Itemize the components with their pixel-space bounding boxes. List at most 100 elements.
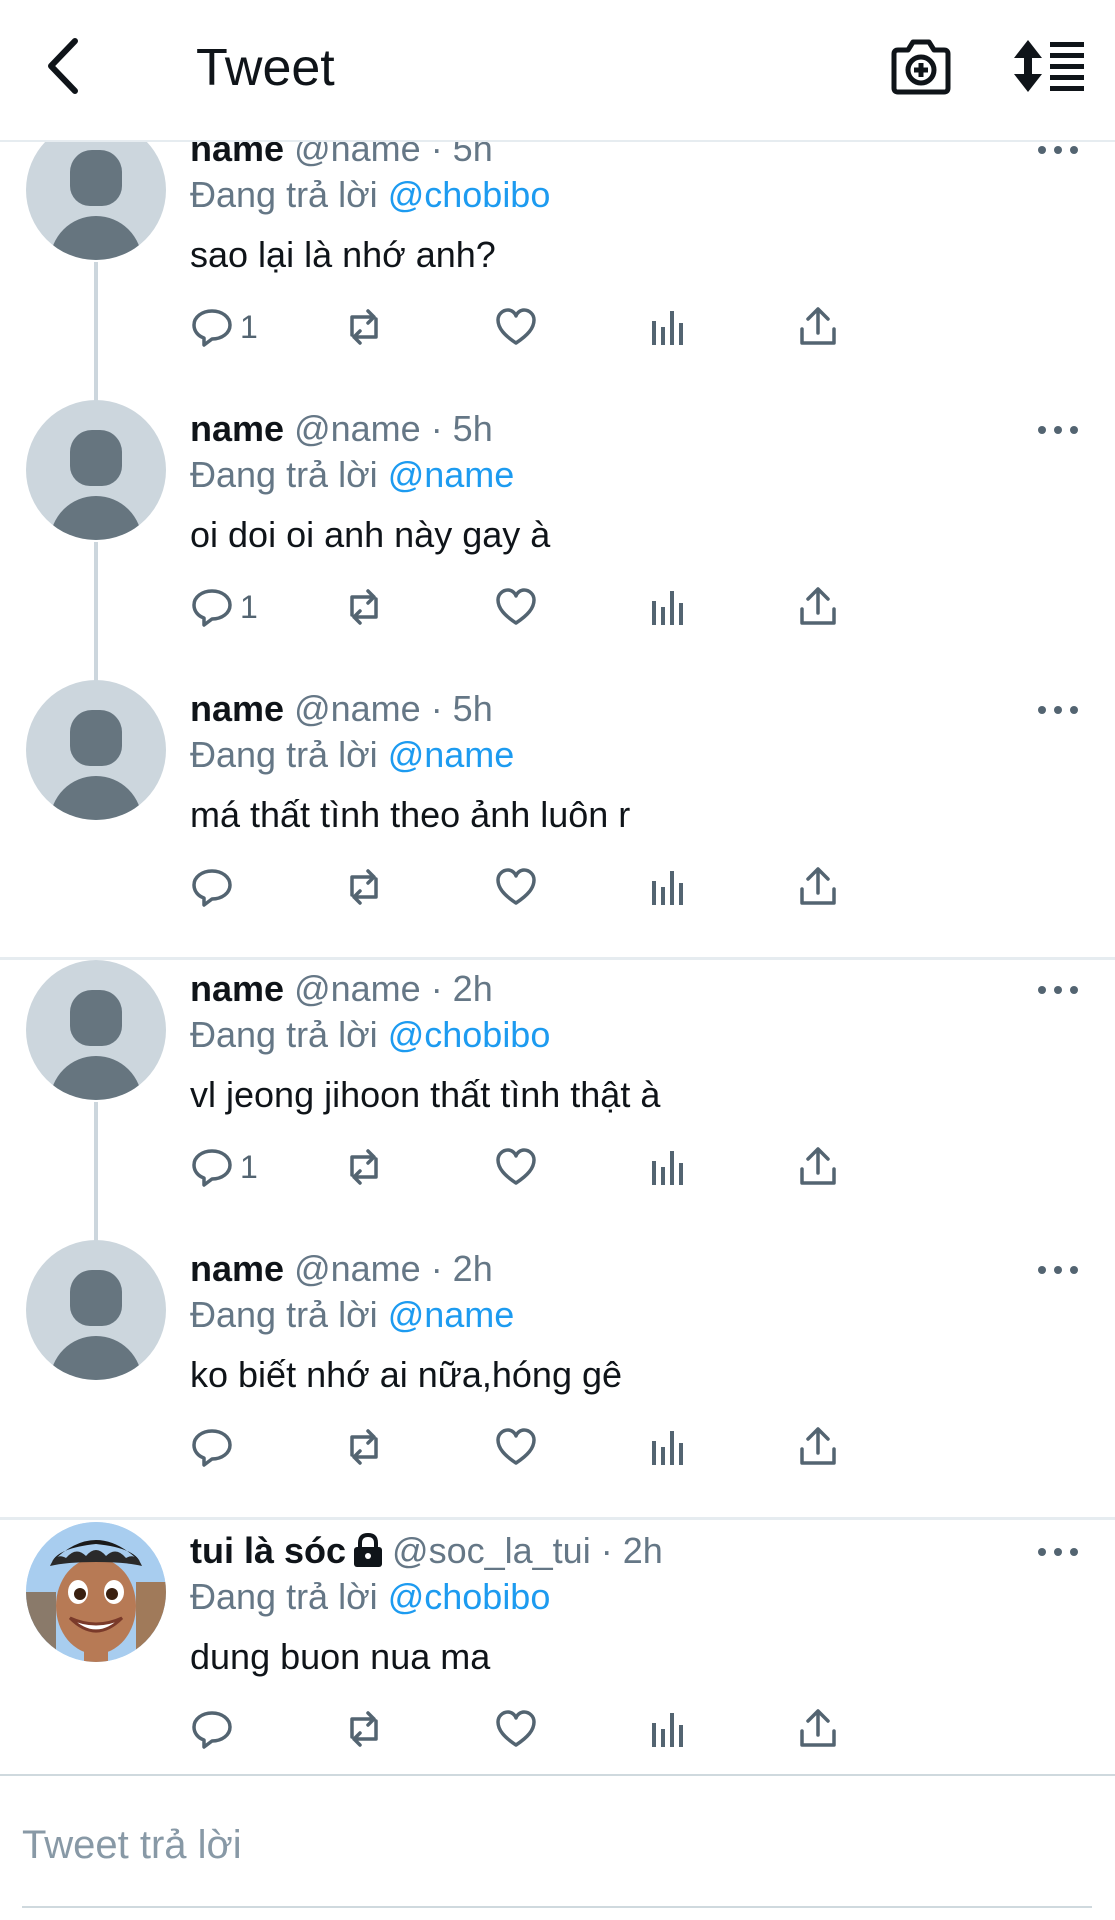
reply-input[interactable] — [22, 1800, 1082, 1890]
bar-chart-icon — [652, 1713, 683, 1747]
tweet-actions: 1 — [190, 302, 1050, 352]
reply-button[interactable]: 1 — [190, 1142, 258, 1192]
sort-icon — [1014, 40, 1084, 92]
tweet[interactable]: name @name · 5h Đang trả lời @name má th… — [0, 680, 1115, 960]
views-button[interactable] — [646, 1704, 690, 1754]
bar-chart-icon — [652, 591, 683, 625]
retweet-button[interactable] — [342, 1422, 386, 1472]
bar-chart-icon — [652, 871, 683, 905]
mention-link[interactable]: @chobibo — [388, 1576, 551, 1617]
handle[interactable]: @name — [294, 408, 421, 449]
share-icon — [800, 1427, 836, 1465]
mention-link[interactable]: @chobibo — [388, 1014, 551, 1055]
tweet[interactable]: name @name · 5h Đang trả lời @chobibo sa… — [0, 142, 1115, 400]
replying-to: Đang trả lời @name — [190, 1294, 515, 1335]
more-dots-icon[interactable] — [1036, 1542, 1080, 1562]
composer-underline — [22, 1906, 1092, 1908]
share-button[interactable] — [796, 1422, 840, 1472]
more-dots-icon[interactable] — [1036, 980, 1080, 1000]
like-button[interactable] — [494, 302, 538, 352]
tweet[interactable]: tui là sóc @soc_la_tui · 2h Đang trả lời … — [0, 1522, 1115, 1774]
tweet-actions — [190, 862, 1050, 912]
retweet-button[interactable] — [342, 862, 386, 912]
tweet-header: name @name · 2h — [190, 968, 493, 1010]
reply-button[interactable]: 1 — [190, 582, 258, 632]
display-name[interactable]: name — [190, 968, 284, 1009]
timestamp: · 5h — [430, 408, 493, 449]
views-button[interactable] — [646, 1142, 690, 1192]
retweet-icon — [350, 309, 378, 345]
reply-button[interactable] — [190, 1704, 240, 1754]
timestamp: · 2h — [430, 968, 493, 1009]
avatar[interactable] — [26, 1522, 166, 1662]
views-button[interactable] — [646, 302, 690, 352]
handle[interactable]: @name — [294, 968, 421, 1009]
share-button[interactable] — [796, 1704, 840, 1754]
avatar[interactable] — [26, 960, 166, 1100]
display-name[interactable]: name — [190, 408, 284, 449]
replying-to: Đang trả lời @chobibo — [190, 174, 551, 215]
views-button[interactable] — [646, 862, 690, 912]
timestamp: · 5h — [430, 142, 493, 169]
share-icon — [800, 1709, 836, 1747]
camera-button[interactable] — [888, 36, 954, 98]
mention-link[interactable]: @name — [388, 1294, 515, 1335]
heart-icon — [496, 868, 536, 905]
handle[interactable]: @name — [294, 688, 421, 729]
retweet-icon — [350, 869, 378, 905]
like-button[interactable] — [494, 1704, 538, 1754]
like-button[interactable] — [494, 1142, 538, 1192]
display-name[interactable]: name — [190, 688, 284, 729]
retweet-button[interactable] — [342, 1704, 386, 1754]
share-button[interactable] — [796, 1142, 840, 1192]
views-button[interactable] — [646, 582, 690, 632]
more-dots-icon[interactable] — [1036, 420, 1080, 440]
back-button[interactable] — [38, 32, 88, 100]
tweet[interactable]: name @name · 2h Đang trả lời @name ko bi… — [0, 1240, 1115, 1520]
cartoon-avatar-image — [26, 1522, 166, 1662]
display-name[interactable]: name — [190, 142, 284, 169]
tweet-text: oi doi oi anh này gay à — [190, 514, 551, 555]
handle[interactable]: @name — [294, 1248, 421, 1289]
tweet[interactable]: name @name · 5h Đang trả lời @name oi do… — [0, 400, 1115, 680]
reply-icon — [192, 1429, 232, 1467]
avatar[interactable] — [26, 400, 166, 540]
more-dots-icon[interactable] — [1036, 1260, 1080, 1280]
mention-link[interactable]: @chobibo — [388, 174, 551, 215]
like-button[interactable] — [494, 582, 538, 632]
reply-button[interactable] — [190, 862, 240, 912]
share-button[interactable] — [796, 862, 840, 912]
reply-button[interactable] — [190, 1422, 240, 1472]
tweet-actions: 1 — [190, 582, 1050, 632]
tweet[interactable]: name @name · 2h Đang trả lời @chobibo vl… — [0, 960, 1115, 1240]
share-button[interactable] — [796, 302, 840, 352]
share-button[interactable] — [796, 582, 840, 632]
mention-link[interactable]: @name — [388, 734, 515, 775]
avatar[interactable] — [26, 142, 166, 260]
sort-button[interactable] — [1014, 38, 1086, 94]
handle[interactable]: @soc_la_tui — [392, 1530, 591, 1571]
like-button[interactable] — [494, 862, 538, 912]
reply-button[interactable]: 1 — [190, 302, 258, 352]
replying-to: Đang trả lời @name — [190, 734, 515, 775]
mention-link[interactable]: @name — [388, 454, 515, 495]
like-button[interactable] — [494, 1422, 538, 1472]
bar-chart-icon — [652, 311, 683, 345]
display-name[interactable]: name — [190, 1248, 284, 1289]
avatar[interactable] — [26, 680, 166, 820]
retweet-icon — [350, 589, 378, 625]
tweet-header: name @name · 2h — [190, 1248, 493, 1290]
tweet-text: dung buon nua ma — [190, 1636, 491, 1677]
heart-icon — [496, 1710, 536, 1747]
views-button[interactable] — [646, 1422, 690, 1472]
more-dots-icon[interactable] — [1036, 700, 1080, 720]
retweet-button[interactable] — [342, 582, 386, 632]
handle[interactable]: @name — [294, 142, 421, 169]
display-name[interactable]: tui là sóc — [190, 1530, 346, 1571]
avatar[interactable] — [26, 1240, 166, 1380]
tweet-text: má thất tình theo ảnh luôn r — [190, 794, 631, 835]
retweet-button[interactable] — [342, 302, 386, 352]
retweet-button[interactable] — [342, 1142, 386, 1192]
more-dots-icon[interactable] — [1036, 142, 1080, 160]
bar-chart-icon — [652, 1151, 683, 1185]
